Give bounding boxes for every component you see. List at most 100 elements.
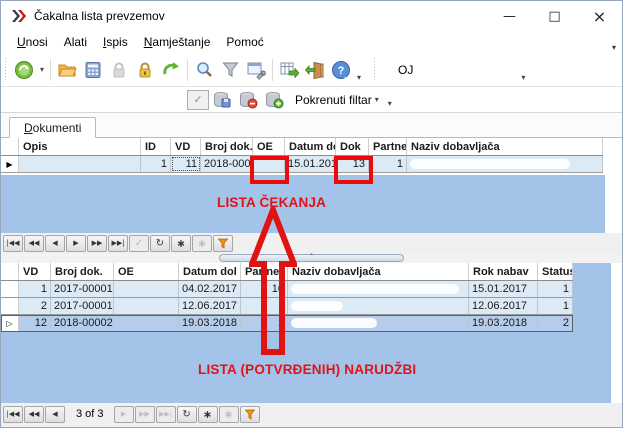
nav-prev-button[interactable]: ◀: [45, 406, 65, 423]
toolbar2-overflow-icon[interactable]: ▾: [388, 99, 392, 108]
nav-filter-button[interactable]: [213, 235, 233, 252]
grid2-cell-vd[interactable]: 1: [19, 281, 51, 297]
refresh-dropdown-icon[interactable]: ▾: [40, 65, 44, 74]
grid1-cell-datum[interactable]: 15.01.2018: [285, 156, 336, 172]
export-button[interactable]: [276, 57, 302, 83]
lock-button[interactable]: [132, 57, 158, 83]
grid1-col-dok[interactable]: Dok: [336, 138, 369, 155]
grid2-cell-rok[interactable]: 15.01.2017: [469, 281, 538, 297]
grid2-col-vd[interactable]: VD: [19, 263, 51, 280]
options-button[interactable]: [243, 57, 269, 83]
toolbar-grip[interactable]: [372, 58, 377, 82]
grid2-cell-broj-dok[interactable]: 2017-00001: [51, 281, 114, 297]
maximize-button[interactable]: □: [532, 1, 577, 31]
oj-combo-label[interactable]: OJ: [398, 63, 413, 77]
grid1-corner: [1, 138, 19, 155]
grid1-col-partner[interactable]: Partner: [369, 138, 407, 155]
grid1-col-datum[interactable]: Datum dol: [285, 138, 336, 155]
filter-funnel-icon: [218, 238, 228, 249]
calculator-button[interactable]: [80, 57, 106, 83]
nav-refresh-button[interactable]: ↻: [177, 406, 197, 423]
grid2-cell-rok[interactable]: 19.03.2018: [469, 315, 538, 331]
grid2-col-rok[interactable]: Rok nabav: [469, 263, 538, 280]
menu-pomoc[interactable]: Pomoć: [218, 33, 271, 51]
redo-button[interactable]: [158, 57, 184, 83]
nav-first-button[interactable]: |◀◀: [3, 406, 23, 423]
grid2-col-oe[interactable]: OE: [114, 263, 179, 280]
filter-button[interactable]: [217, 57, 243, 83]
add-filter-button[interactable]: [261, 87, 287, 113]
grid1-cell-id[interactable]: 1: [141, 156, 171, 172]
nav-prev-page-button[interactable]: ◀◀: [24, 235, 44, 252]
grid1-row-1[interactable]: ▶ 1 11 2018-00001 15.01.2018 13 1: [1, 156, 603, 173]
nav-filter-button[interactable]: [240, 406, 260, 423]
grid2-col-status[interactable]: Status: [538, 263, 573, 280]
menu-overflow-icon[interactable]: ▾: [612, 43, 616, 52]
toolbar-separator: [272, 59, 273, 81]
grid2-cell-vd[interactable]: 12: [19, 315, 51, 331]
grid1-col-broj-dok[interactable]: Broj dok.: [201, 138, 253, 155]
grid2-cell-naziv[interactable]: [288, 315, 469, 331]
nav-insert-button[interactable]: ∗: [171, 235, 191, 252]
grid2-col-datum[interactable]: Datum dol: [179, 263, 241, 280]
grid2-cell-vd[interactable]: 2: [19, 298, 51, 314]
grid2-cell-oe[interactable]: [114, 315, 179, 331]
grid1-cell-naziv[interactable]: [407, 156, 603, 172]
help-dropdown-icon[interactable]: ▾: [357, 73, 361, 82]
grid1-cell-partner[interactable]: 1: [369, 156, 407, 172]
menu-namjestanje[interactable]: Namještanje: [136, 33, 219, 51]
grid2-cell-datum[interactable]: 12.06.2017: [179, 298, 241, 314]
close-button[interactable]: ×: [577, 1, 622, 31]
help-button[interactable]: ?: [328, 57, 354, 83]
nav-next-page-button[interactable]: ▶▶: [87, 235, 107, 252]
run-filter-button[interactable]: Pokrenuti filtar: [295, 93, 372, 107]
grid1-cell-opis[interactable]: [19, 156, 141, 172]
grid2-col-broj-dok[interactable]: Broj dok.: [51, 263, 114, 280]
grid2-cell-status[interactable]: 1: [538, 281, 573, 297]
remove-filter-button[interactable]: [235, 87, 261, 113]
grid2-cell-broj-dok[interactable]: 2017-00001: [51, 298, 114, 314]
grid1-col-id[interactable]: ID: [141, 138, 171, 155]
grid1-col-oe[interactable]: OE: [253, 138, 285, 155]
grid2-cell-rok[interactable]: 12.06.2017: [469, 298, 538, 314]
grid2-cell-datum[interactable]: 19.03.2018: [179, 315, 241, 331]
open-button[interactable]: [54, 57, 80, 83]
grid2-col-naziv[interactable]: Naziv dobavljača: [288, 263, 469, 280]
grid2-cell-oe[interactable]: [114, 281, 179, 297]
save-filter-button[interactable]: [209, 87, 235, 113]
nav-prev-page-button[interactable]: ◀◀: [24, 406, 44, 423]
menu-ispis[interactable]: Ispis: [95, 33, 136, 51]
nav-last-button[interactable]: ▶▶|: [108, 235, 128, 252]
grid1-col-opis[interactable]: Opis: [19, 138, 141, 155]
nav-first-button[interactable]: |◀◀: [3, 235, 23, 252]
toolbar-grip[interactable]: [3, 58, 8, 82]
menu-alati[interactable]: Alati: [56, 33, 95, 51]
grid1-col-naziv[interactable]: Naziv dobavljača: [407, 138, 603, 155]
grid1-cell-vd[interactable]: 11: [171, 156, 201, 172]
tab-dokumenti[interactable]: Dokumenti: [9, 117, 96, 138]
grid2-cell-status[interactable]: 2: [538, 315, 573, 331]
grid2-cell-oe[interactable]: [114, 298, 179, 314]
grid2-cell-broj-dok[interactable]: 2018-00002: [51, 315, 114, 331]
nav-prev-button[interactable]: ◀: [45, 235, 65, 252]
splitter-handle[interactable]: ˆ: [219, 254, 404, 262]
menu-unosi[interactable]: Unosi: [9, 33, 56, 51]
grid2-cell-naziv[interactable]: [288, 281, 469, 297]
minimize-button[interactable]: —: [487, 1, 532, 31]
help-icon: ?: [331, 60, 351, 80]
search-button[interactable]: [191, 57, 217, 83]
grid1-col-vd[interactable]: VD: [171, 138, 201, 155]
nav-next-button[interactable]: ▶: [66, 235, 86, 252]
oj-dropdown-icon[interactable]: ▾: [521, 73, 525, 82]
grid1-cell-broj-dok[interactable]: 2018-00001: [201, 156, 253, 172]
grid2-cell-naziv[interactable]: [288, 298, 469, 314]
apply-check-button[interactable]: ✓: [187, 90, 209, 110]
exit-button[interactable]: [302, 57, 328, 83]
grid2-cell-datum[interactable]: 04.02.2017: [179, 281, 241, 297]
folder-icon: [57, 60, 77, 80]
nav-insert-button[interactable]: ∗: [198, 406, 218, 423]
run-filter-dropdown-icon[interactable]: ▾: [375, 95, 379, 104]
refresh-data-button[interactable]: [11, 57, 37, 83]
nav-refresh-button[interactable]: ↻: [150, 235, 170, 252]
grid2-cell-status[interactable]: 1: [538, 298, 573, 314]
